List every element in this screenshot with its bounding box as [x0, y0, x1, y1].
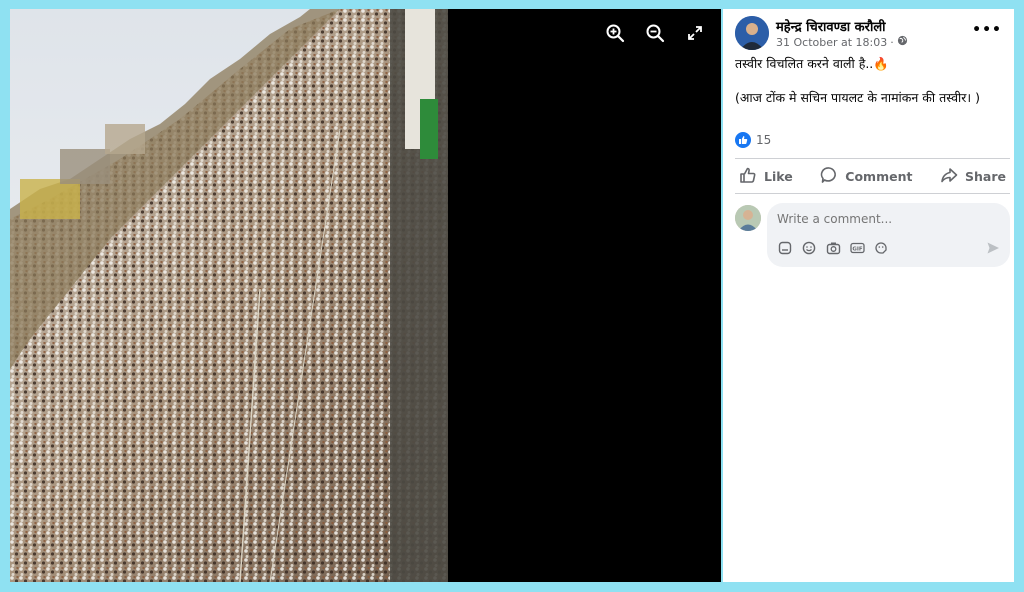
thumbs-up-icon: [739, 166, 757, 187]
svg-text:GIF: GIF: [852, 247, 863, 253]
like-button[interactable]: Like: [735, 166, 797, 187]
comment-box[interactable]: GIF: [767, 203, 1010, 267]
crowd-photo[interactable]: [10, 9, 448, 582]
comment-input[interactable]: [777, 212, 977, 226]
divider-top: [735, 158, 1010, 159]
globe-icon: [897, 35, 908, 49]
viewer-controls: [603, 21, 707, 45]
post-header: महेन्द्र चिरावण्डा करौली 31 October at 1…: [735, 16, 1006, 56]
author-avatar[interactable]: [735, 16, 769, 50]
divider-bottom: [735, 193, 1010, 194]
post-meta: 31 October at 18:03 ·: [776, 35, 908, 49]
reaction-summary[interactable]: 15: [735, 132, 771, 148]
fullscreen-icon[interactable]: [683, 21, 707, 45]
reaction-count: 15: [756, 133, 772, 147]
gif-icon[interactable]: GIF: [849, 240, 865, 256]
zoom-in-icon[interactable]: [603, 21, 627, 45]
share-button[interactable]: Share: [936, 166, 1010, 187]
post-text-line1: तस्वीर विचलित करने वाली है..🔥: [735, 56, 889, 71]
post-panel: महेन्द्र चिरावण्डा करौली 31 October at 1…: [723, 9, 1014, 582]
avatar-sticker-icon[interactable]: [873, 240, 889, 256]
zoom-out-icon[interactable]: [643, 21, 667, 45]
author-name[interactable]: महेन्द्र चिरावण्डा करौली: [776, 17, 886, 35]
sticker-icon[interactable]: [777, 240, 793, 256]
post-timestamp[interactable]: 31 October at 18:03: [776, 36, 887, 49]
like-reaction-icon: [735, 132, 751, 148]
comment-bubble-icon: [820, 166, 838, 187]
comment-tools: GIF: [777, 240, 889, 256]
meta-separator: ·: [890, 35, 894, 49]
post-text-line2: (आज टोंक मे सचिन पायलट के नामांकन की तस्…: [735, 90, 980, 105]
more-options-button[interactable]: •••: [972, 22, 1002, 38]
commenter-avatar[interactable]: [735, 205, 761, 231]
share-label: Share: [965, 168, 1006, 184]
share-arrow-icon: [940, 166, 958, 187]
photo-viewer: [10, 9, 721, 582]
comment-button[interactable]: Comment: [816, 166, 916, 187]
camera-icon[interactable]: [825, 240, 841, 256]
send-icon[interactable]: [986, 240, 1000, 259]
emoji-icon[interactable]: [801, 240, 817, 256]
comment-label: Comment: [845, 168, 913, 184]
post-actions: Like Comment Share: [735, 160, 1010, 192]
like-label: Like: [764, 168, 793, 184]
